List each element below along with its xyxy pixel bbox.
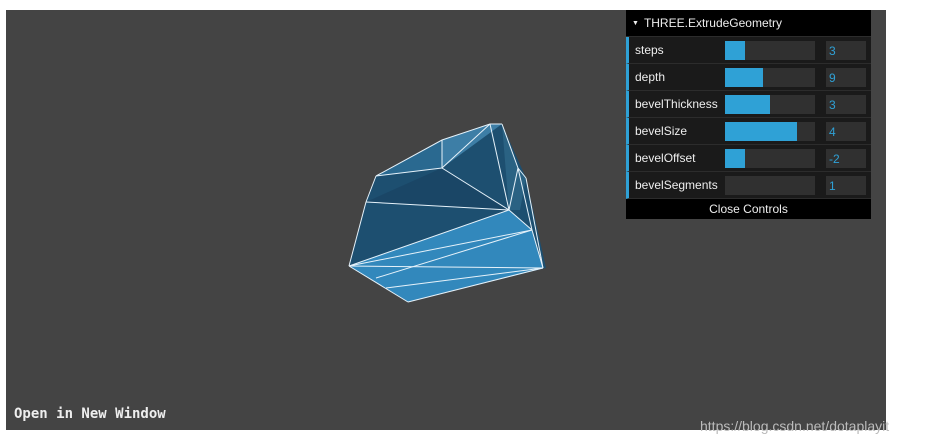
watermark-text: https://blog.csdn.net/dotaplayit: [700, 418, 890, 434]
depth-slider-fill: [725, 68, 763, 87]
bevelSize-slider[interactable]: [725, 122, 815, 141]
gui-folder-title[interactable]: ▼ THREE.ExtrudeGeometry: [626, 10, 871, 37]
bevelSize-number-input[interactable]: [826, 122, 866, 141]
gui-row-bevelSize: bevelSize: [626, 118, 871, 145]
gui-row-label: bevelOffset: [635, 151, 696, 165]
close-controls-button[interactable]: Close Controls: [626, 199, 871, 219]
gui-controls-list: steps depth bevelThickness bevelSize bevelOf…: [626, 37, 871, 199]
gui-row-label: steps: [635, 43, 664, 57]
open-in-new-window-link[interactable]: Open in New Window: [14, 406, 166, 422]
gui-row-label: bevelSegments: [635, 178, 718, 192]
bevelSegments-number-input[interactable]: [826, 176, 866, 195]
triangle-down-icon: ▼: [632, 20, 639, 27]
gui-row-depth: depth: [626, 64, 871, 91]
gui-row-label: depth: [635, 70, 666, 84]
bevelThickness-slider[interactable]: [725, 95, 815, 114]
steps-slider[interactable]: [725, 41, 815, 60]
gui-row-steps: steps: [626, 37, 871, 64]
gui-row-bevelThickness: bevelThickness: [626, 91, 871, 118]
gui-row-bevelSegments: bevelSegments: [626, 172, 871, 199]
gui-row-bevelOffset: bevelOffset: [626, 145, 871, 172]
depth-number-input[interactable]: [826, 68, 866, 87]
bevelOffset-number-input[interactable]: [826, 149, 866, 168]
steps-number-input[interactable]: [826, 41, 866, 60]
render-viewport[interactable]: Open in New Window ▼ THREE.ExtrudeGeometr…: [6, 10, 886, 430]
bevelThickness-number-input[interactable]: [826, 95, 866, 114]
dat-gui-panel: ▼ THREE.ExtrudeGeometry steps depth bevelTh…: [626, 10, 871, 219]
depth-slider[interactable]: [725, 68, 815, 87]
bevelThickness-slider-fill: [725, 95, 770, 114]
bevelOffset-slider-fill: [725, 149, 745, 168]
bevelOffset-slider[interactable]: [725, 149, 815, 168]
gui-row-label: bevelSize: [635, 124, 688, 138]
gui-title-label: THREE.ExtrudeGeometry: [643, 16, 782, 30]
bevelSegments-slider[interactable]: [725, 176, 815, 195]
steps-slider-fill: [725, 41, 745, 60]
bevelSize-slider-fill: [725, 122, 797, 141]
gui-row-label: bevelThickness: [635, 97, 718, 111]
